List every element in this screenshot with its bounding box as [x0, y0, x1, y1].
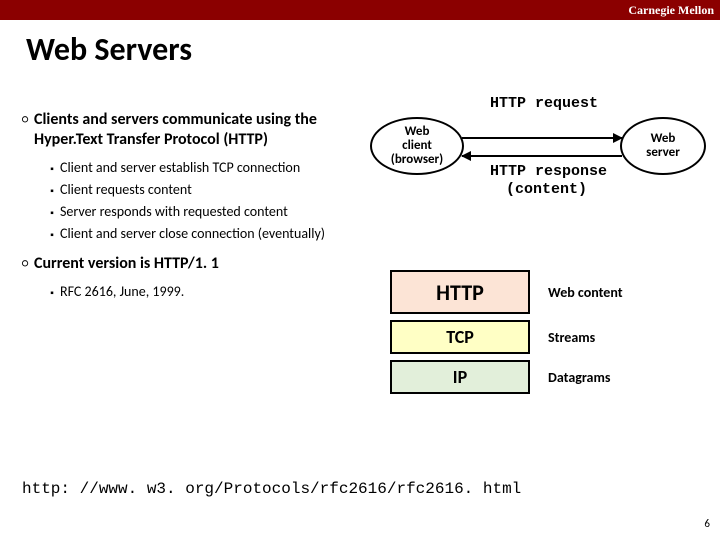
circle-icon: ○ — [16, 254, 34, 274]
protocol-stack: HTTP Web content TCP Streams IP Datagram… — [390, 270, 690, 400]
ip-layer-desc: Datagrams — [548, 369, 610, 386]
sub-item: ▪ Client and server establish TCP connec… — [44, 160, 366, 178]
response-label: HTTP response — [490, 163, 607, 180]
http-diagram: HTTP request Web client (browser) Web se… — [370, 95, 710, 225]
slide-title: Web Servers — [26, 30, 192, 69]
bullet-2: ○ Current version is HTTP/1. 1 — [16, 254, 366, 274]
sub-item: ▪ Server responds with requested content — [44, 204, 366, 222]
bullet-2-subs: ▪ RFC 2616, June, 1999. — [44, 284, 366, 302]
bullet-2-text: Current version is HTTP/1. 1 — [34, 254, 219, 274]
square-icon: ▪ — [44, 204, 60, 222]
arrow-left-icon — [462, 155, 622, 157]
sub-text: Client requests content — [60, 182, 192, 200]
sub-text: Client and server establish TCP connecti… — [60, 160, 300, 178]
sub-item: ▪ Client and server close connection (ev… — [44, 226, 366, 244]
stack-row-http: HTTP Web content — [390, 270, 690, 314]
sub-item: ▪ RFC 2616, June, 1999. — [44, 284, 366, 302]
arrow-right-icon — [462, 137, 622, 139]
bullet-1: ○ Clients and servers communicate using … — [16, 110, 366, 150]
tcp-layer-desc: Streams — [548, 329, 595, 346]
sub-item: ▪ Client requests content — [44, 182, 366, 200]
http-layer-box: HTTP — [390, 270, 530, 314]
square-icon: ▪ — [44, 182, 60, 200]
sub-text: Server responds with requested content — [60, 204, 288, 222]
header-bar: Carnegie Mellon — [0, 0, 720, 20]
ip-layer-box: IP — [390, 360, 530, 394]
client-oval-text: Web client (browser) — [391, 125, 443, 168]
stack-row-ip: IP Datagrams — [390, 360, 690, 394]
sub-text: RFC 2616, June, 1999. — [60, 284, 184, 302]
sub-text: Client and server close connection (even… — [60, 226, 325, 244]
tcp-layer-box: TCP — [390, 320, 530, 354]
square-icon: ▪ — [44, 160, 60, 178]
square-icon: ▪ — [44, 284, 60, 302]
server-oval-text: Web server — [646, 132, 680, 161]
square-icon: ▪ — [44, 226, 60, 244]
page-number: 6 — [704, 517, 710, 530]
server-oval: Web server — [620, 117, 706, 175]
bullet-content: ○ Clients and servers communicate using … — [16, 110, 366, 306]
stack-row-tcp: TCP Streams — [390, 320, 690, 354]
circle-icon: ○ — [16, 110, 34, 150]
http-layer-desc: Web content — [548, 284, 623, 301]
client-oval: Web client (browser) — [370, 117, 464, 175]
reference-url: http: //www. w3. org/Protocols/rfc2616/r… — [22, 480, 521, 498]
request-label: HTTP request — [490, 95, 598, 112]
bullet-1-subs: ▪ Client and server establish TCP connec… — [44, 160, 366, 244]
bullet-1-text: Clients and servers communicate using th… — [34, 110, 366, 150]
institution-label: Carnegie Mellon — [628, 3, 714, 18]
response-label-2: (content) — [506, 181, 587, 198]
